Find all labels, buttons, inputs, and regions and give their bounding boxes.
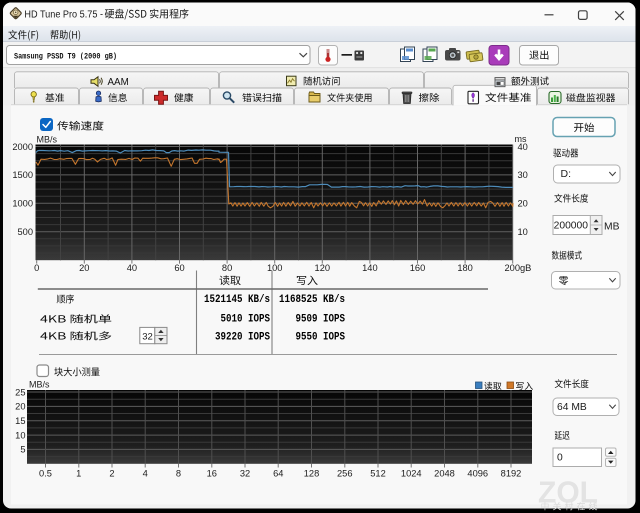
svg-text:8: 8 [176, 468, 181, 478]
svg-text:0.5: 0.5 [39, 468, 52, 478]
svg-text:25: 25 [15, 387, 25, 397]
svg-text:20: 20 [15, 402, 25, 412]
svg-text:MB/s: MB/s [37, 134, 58, 144]
svg-text:32: 32 [240, 468, 250, 478]
svg-text:1521145 KB/s: 1521145 KB/s [204, 294, 270, 306]
svg-text:140: 140 [362, 263, 378, 273]
svg-text:512: 512 [370, 468, 386, 478]
svg-text:D:: D: [561, 168, 572, 180]
svg-text:AAM: AAM [108, 77, 129, 88]
svg-text:40: 40 [127, 263, 137, 273]
svg-text:128: 128 [304, 468, 320, 478]
svg-text:64: 64 [273, 468, 283, 478]
svg-text:1168525 KB/s: 1168525 KB/s [279, 294, 345, 306]
svg-text:1024: 1024 [401, 468, 422, 478]
svg-text:100: 100 [267, 263, 283, 273]
svg-text:5010 IOPS: 5010 IOPS [221, 314, 271, 326]
svg-text:80: 80 [222, 263, 232, 273]
svg-text:16: 16 [207, 468, 217, 478]
svg-text:9550 IOPS: 9550 IOPS [296, 332, 346, 344]
svg-text:5: 5 [20, 445, 25, 455]
svg-text:MB: MB [604, 222, 620, 233]
svg-text:2000: 2000 [12, 142, 33, 152]
svg-text:160: 160 [410, 263, 426, 273]
svg-text:40: 40 [518, 142, 528, 152]
svg-text:2048: 2048 [434, 468, 455, 478]
svg-text:60: 60 [174, 263, 184, 273]
svg-text:9509 IOPS: 9509 IOPS [296, 314, 346, 326]
svg-text:180: 180 [457, 263, 473, 273]
svg-text:64 MB: 64 MB [557, 402, 587, 413]
svg-text:39220 IOPS: 39220 IOPS [215, 332, 271, 344]
svg-text:MB/s: MB/s [29, 379, 50, 389]
svg-text:200gB: 200gB [505, 263, 532, 273]
svg-text:15: 15 [15, 416, 25, 426]
svg-text:0: 0 [34, 263, 39, 273]
svg-text:8192: 8192 [501, 468, 522, 478]
svg-text:30: 30 [518, 170, 528, 180]
svg-text:4096: 4096 [467, 468, 488, 478]
svg-text:10: 10 [15, 430, 25, 440]
svg-text:120: 120 [315, 263, 331, 273]
svg-text:1: 1 [76, 468, 81, 478]
svg-text:32: 32 [142, 331, 153, 342]
svg-text:0: 0 [557, 452, 563, 463]
svg-text:10: 10 [518, 227, 528, 237]
svg-text:500: 500 [17, 227, 33, 237]
svg-text:256: 256 [337, 468, 353, 478]
svg-text:1000: 1000 [12, 199, 33, 209]
svg-text:20: 20 [518, 199, 528, 209]
svg-text:20: 20 [79, 263, 89, 273]
svg-text:1500: 1500 [12, 170, 33, 180]
svg-text:200000: 200000 [554, 220, 589, 231]
svg-text:Samsung PSSD T9 (2000 gB): Samsung PSSD T9 (2000 gB) [14, 51, 117, 61]
svg-text:4: 4 [143, 468, 148, 478]
svg-text:2: 2 [109, 468, 114, 478]
svg-text:HD Tune Pro 5.75 -: HD Tune Pro 5.75 - [24, 9, 103, 20]
